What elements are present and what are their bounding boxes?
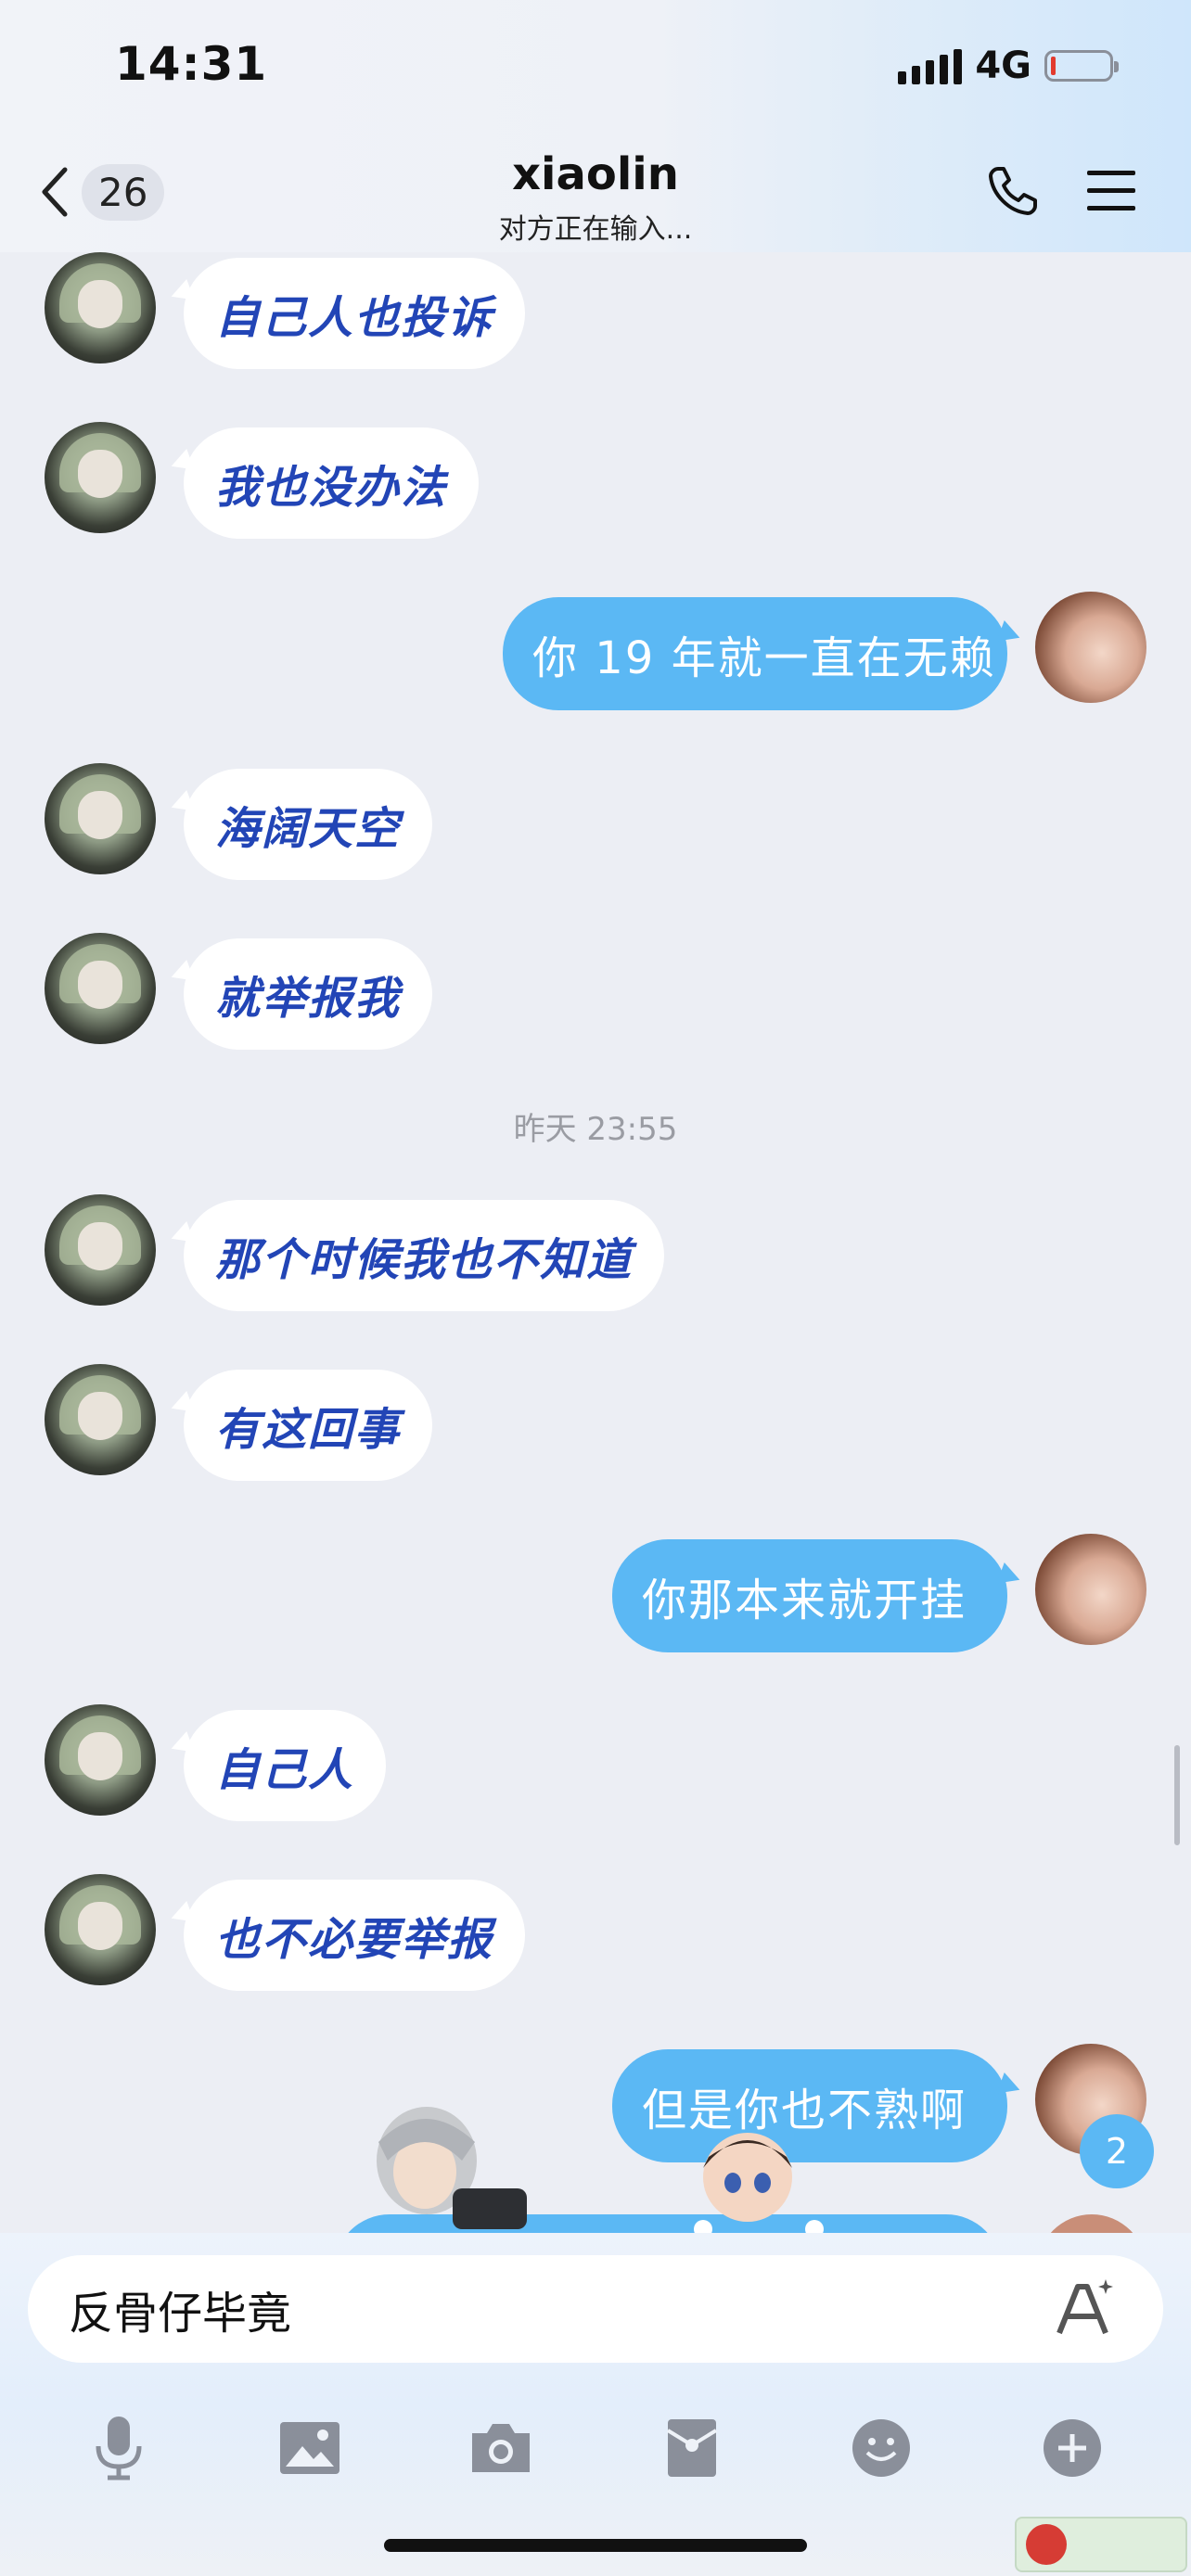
message-input-text: 反骨仔毕竟 bbox=[69, 2288, 292, 2340]
phone-call-icon[interactable] bbox=[985, 163, 1041, 219]
composer-toolbar bbox=[0, 2411, 1191, 2504]
microphone-icon bbox=[96, 2417, 142, 2480]
message-bubble-received[interactable]: 海阔天空 bbox=[184, 769, 433, 880]
new-message-badge[interactable]: 2 bbox=[1080, 2114, 1154, 2188]
character-figure-icon bbox=[694, 2133, 824, 2238]
home-indicator[interactable] bbox=[384, 2539, 807, 2552]
chat-header: 14:31 4G 26 xiaolin 对方正在输入... bbox=[0, 0, 1191, 252]
my-avatar[interactable] bbox=[1035, 1534, 1146, 1645]
composer: 反骨仔毕竟 bbox=[0, 2233, 1191, 2576]
scrollbar[interactable] bbox=[1174, 1745, 1180, 1845]
chat-screen: 14:31 4G 26 xiaolin 对方正在输入... 自己人也投诉 我也没… bbox=[0, 0, 1191, 2576]
more-button[interactable] bbox=[1035, 2411, 1109, 2485]
red-packet-icon bbox=[666, 2419, 718, 2477]
message-bubble-received[interactable]: 有这回事 bbox=[184, 1370, 433, 1481]
voice-button[interactable] bbox=[82, 2411, 156, 2485]
message-bubble-sent[interactable]: 你那本来就开挂 bbox=[612, 1539, 1007, 1652]
battery-icon bbox=[1044, 50, 1119, 82]
emoji-icon bbox=[852, 2419, 910, 2477]
message-bubble-received[interactable]: 那个时候我也不知道 bbox=[184, 1200, 665, 1311]
message-bubble-received[interactable]: 就举报我 bbox=[184, 938, 433, 1050]
camera-button[interactable] bbox=[464, 2411, 538, 2485]
message-input[interactable]: 反骨仔毕竟 bbox=[28, 2255, 1163, 2363]
message-bubble-received[interactable]: 自己人 bbox=[184, 1710, 387, 1821]
message-bubble-sent[interactable]: 你 19 年就一直在无赖 bbox=[503, 597, 1007, 710]
font-style-icon[interactable] bbox=[1050, 2276, 1117, 2342]
message-bubble-received[interactable]: 也不必要举报 bbox=[184, 1880, 526, 1991]
contact-avatar[interactable] bbox=[45, 1704, 156, 1816]
message-bubble-received[interactable]: 自己人也投诉 bbox=[184, 258, 526, 369]
status-indicators: 4G bbox=[898, 45, 1119, 87]
message-bubble-received[interactable]: 我也没办法 bbox=[184, 427, 480, 539]
watermark-logo bbox=[1015, 2517, 1187, 2572]
image-icon bbox=[280, 2422, 339, 2474]
network-type: 4G bbox=[975, 45, 1031, 87]
menu-icon[interactable] bbox=[1085, 167, 1137, 215]
emoji-button[interactable] bbox=[844, 2411, 918, 2485]
contact-avatar[interactable] bbox=[45, 422, 156, 533]
message-timestamp: 昨天 23:55 bbox=[513, 1111, 678, 1148]
red-packet-button[interactable] bbox=[655, 2411, 729, 2485]
contact-avatar[interactable] bbox=[45, 1874, 156, 1985]
photo-button[interactable] bbox=[273, 2411, 347, 2485]
contact-avatar[interactable] bbox=[45, 1194, 156, 1306]
plus-icon bbox=[1044, 2419, 1101, 2477]
contact-avatar[interactable] bbox=[45, 252, 156, 363]
contact-avatar[interactable] bbox=[45, 1364, 156, 1475]
contact-avatar[interactable] bbox=[45, 763, 156, 874]
contact-avatar[interactable] bbox=[45, 933, 156, 1044]
status-time: 14:31 bbox=[115, 37, 268, 91]
character-figure-icon bbox=[377, 2107, 527, 2229]
my-avatar[interactable] bbox=[1035, 592, 1146, 703]
signal-icon bbox=[898, 47, 963, 84]
camera-icon bbox=[472, 2424, 530, 2472]
